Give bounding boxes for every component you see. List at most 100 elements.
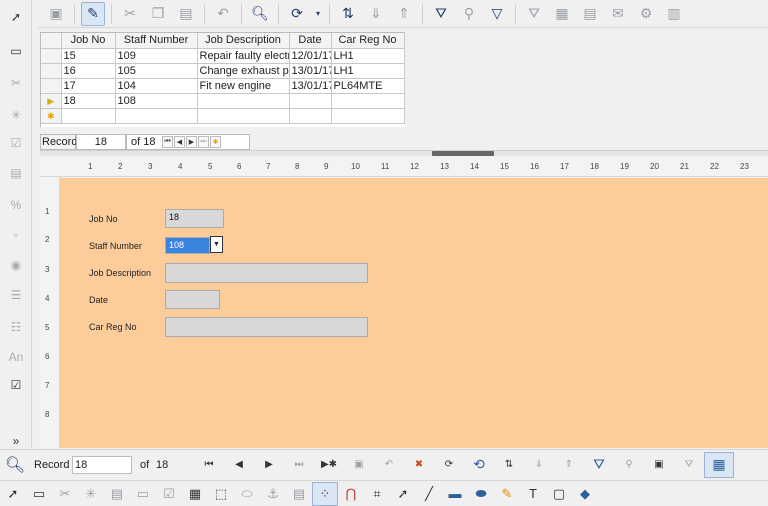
design-mode-icon[interactable]: ✂	[4, 72, 28, 94]
column-header-car-reg-no[interactable]: Car Reg No	[331, 33, 405, 49]
cell-job-no[interactable]: 17	[61, 78, 116, 94]
cell-date[interactable]: 13/01/17	[289, 63, 332, 79]
cell-date[interactable]	[289, 93, 332, 109]
freeform-line-icon[interactable]: ✎	[494, 482, 520, 506]
edit-data-icon[interactable]: ✎	[81, 1, 105, 26]
sort-icon[interactable]: ⇅	[336, 2, 360, 26]
save-icon[interactable]: ▣	[44, 2, 68, 26]
staff-number-dropdown-chevron-down-icon[interactable]: ▼	[210, 236, 223, 253]
cell-car-reg-no[interactable]: PL64MTE	[331, 78, 405, 94]
find-record-icon[interactable]: 🔍︎	[248, 2, 272, 26]
date-field[interactable]	[165, 290, 220, 309]
grid-last-record-icon[interactable]: ⏭	[198, 136, 209, 148]
table-row-new[interactable]: ✱	[41, 108, 405, 124]
table-row[interactable]: 15 109 Repair faulty electri 12/01/17 LH…	[41, 48, 405, 64]
cell-staff-number[interactable]: 109	[115, 48, 198, 64]
basic-shapes-icon[interactable]: ◆	[572, 482, 598, 506]
grid-next-record-icon[interactable]: ▶	[186, 136, 197, 148]
option-button-icon[interactable]: ◉	[4, 254, 28, 276]
grid-new-record-icon[interactable]: ✱	[210, 136, 221, 148]
data-source-as-table-icon[interactable]: ▦	[704, 451, 734, 478]
paste-icon[interactable]: ▤	[174, 2, 198, 26]
cell-car-reg-no[interactable]: LH1	[331, 63, 405, 79]
table-row[interactable]: 16 105 Change exhaust pip 13/01/17 LH1	[41, 63, 405, 79]
control-properties-icon[interactable]: ✂	[52, 482, 78, 506]
pane-splitter[interactable]	[40, 150, 768, 156]
next-record-icon[interactable]: ▶	[254, 452, 284, 478]
grid-record-input[interactable]: 18	[76, 134, 126, 150]
design-mode-icon[interactable]: ▭	[26, 482, 52, 506]
car-reg-no-field[interactable]	[165, 317, 368, 337]
job-no-field[interactable]: 18	[165, 209, 224, 228]
table-row[interactable]: 17 104 Fit new engine 13/01/17 PL64MTE	[41, 78, 405, 94]
cell-job-no[interactable]: 18	[61, 93, 116, 109]
autofilter-icon[interactable]: ⛛	[584, 452, 614, 478]
undo-icon[interactable]: ↶	[211, 2, 235, 26]
form-properties-icon[interactable]: ✳	[78, 482, 104, 506]
staff-number-field[interactable]: 108	[165, 237, 210, 254]
text-box-icon[interactable]: ▤	[4, 162, 28, 184]
checkbox-icon[interactable]: ☑	[4, 132, 28, 154]
anchor-icon[interactable]: ⚓	[260, 482, 286, 506]
label-field-icon[interactable]: An	[4, 346, 28, 368]
reset-filter-icon[interactable]: ⛛	[674, 452, 704, 478]
cell-car-reg-no[interactable]: LH1	[331, 48, 405, 64]
copy-icon[interactable]: ❐	[146, 2, 170, 26]
cell-staff-number[interactable]: 104	[115, 78, 198, 94]
row-header[interactable]	[41, 48, 62, 64]
align-icon[interactable]: ▤	[286, 482, 312, 506]
reset-filter-icon[interactable]: ⛛	[522, 2, 546, 26]
cell-job-no[interactable]	[61, 108, 116, 124]
last-record-icon[interactable]: ⏭	[284, 452, 314, 478]
sort-ascending-icon[interactable]: ⇓	[364, 2, 388, 26]
select-pointer-icon[interactable]: ➚	[0, 482, 26, 506]
column-header-date[interactable]: Date	[289, 33, 332, 49]
cell-job-no[interactable]: 15	[61, 48, 116, 64]
undo-record-icon[interactable]: ↶	[374, 452, 404, 478]
column-header-staff-number[interactable]: Staff Number	[115, 33, 198, 49]
mail-merge-icon[interactable]: ✉	[606, 2, 630, 26]
standard-filter-icon[interactable]: ▽	[485, 2, 509, 26]
cell-staff-number[interactable]	[115, 108, 198, 124]
data-source-icon[interactable]: ⚙	[634, 2, 658, 26]
cell-job-no[interactable]: 16	[61, 63, 116, 79]
new-record-icon[interactable]: ▶✱	[314, 452, 344, 478]
first-record-icon[interactable]: ⏮	[194, 452, 224, 478]
cell-job-description[interactable]: Repair faulty electri	[197, 48, 290, 64]
column-header-job-description[interactable]: Job Description	[197, 33, 290, 49]
control-wizard-icon[interactable]: ✳	[4, 104, 28, 126]
explorer-icon[interactable]: ▥	[662, 2, 686, 26]
refresh-dropdown-icon[interactable]: ▾	[313, 2, 323, 26]
select-pointer-icon[interactable]: ➚	[4, 6, 28, 28]
form-based-filter-icon[interactable]: ▣	[644, 452, 674, 478]
display-grid-icon[interactable]: ⁘	[312, 481, 338, 506]
sort-descending-icon[interactable]: ⇑	[392, 2, 416, 26]
record-number-input[interactable]: 18	[72, 455, 132, 474]
cell-staff-number[interactable]: 108	[115, 93, 198, 109]
prev-record-icon[interactable]: ◀	[224, 452, 254, 478]
snap-to-grid-icon[interactable]: ⋂	[338, 482, 364, 506]
cell-job-description[interactable]	[197, 108, 290, 124]
select-icon[interactable]: ➚	[390, 482, 416, 506]
push-button-icon[interactable]: ▭	[4, 40, 28, 62]
cell-date[interactable]: 12/01/17	[289, 48, 332, 64]
sort-descending-icon[interactable]: ⇑	[554, 452, 584, 478]
text-box-icon[interactable]: T	[520, 482, 546, 506]
apply-filter-icon[interactable]: ⚲	[614, 452, 644, 478]
automatic-control-focus-icon[interactable]: ⬚	[208, 482, 234, 506]
callout-icon[interactable]: ▢	[546, 482, 572, 506]
cell-car-reg-no[interactable]	[331, 93, 405, 109]
grid-prev-record-icon[interactable]: ◀	[174, 136, 185, 148]
group-box-icon[interactable]: ☑	[4, 374, 28, 396]
delete-record-icon[interactable]: ✖	[404, 452, 434, 478]
splitter-grip[interactable]	[432, 151, 494, 156]
row-header[interactable]	[41, 63, 62, 79]
row-header[interactable]	[41, 78, 62, 94]
cell-job-description[interactable]: Fit new engine	[197, 78, 290, 94]
refresh-control-icon[interactable]: ⟲	[464, 452, 494, 478]
cell-staff-number[interactable]: 105	[115, 63, 198, 79]
autofilter-icon[interactable]: ⛛	[429, 2, 453, 26]
save-record-icon[interactable]: ▣	[344, 452, 374, 478]
column-header-job-no[interactable]: Job No	[61, 33, 116, 49]
rectangle-icon[interactable]: ▬	[442, 482, 468, 506]
